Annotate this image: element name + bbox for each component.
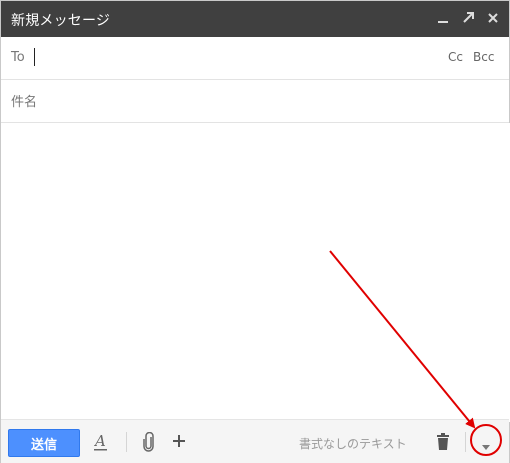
- compose-window: 新規メッセージ To Cc Bcc 送信 A: [0, 0, 510, 463]
- bcc-link[interactable]: Bcc: [473, 50, 494, 64]
- text-format-icon[interactable]: A: [93, 432, 108, 456]
- expand-icon[interactable]: [459, 9, 477, 27]
- paperclip-icon[interactable]: [142, 431, 156, 456]
- to-label: To: [11, 50, 25, 65]
- svg-text:A: A: [94, 432, 106, 450]
- toolbar-divider: [126, 432, 127, 452]
- dropdown-arrow-icon[interactable]: [481, 437, 491, 456]
- compose-toolbar: 送信 A 書式なしのテキスト: [1, 419, 509, 463]
- plus-icon[interactable]: [171, 433, 187, 453]
- text-caret: [34, 48, 35, 66]
- compose-title: 新規メッセージ: [11, 13, 111, 29]
- send-button[interactable]: 送信: [8, 429, 80, 457]
- subject-row: [1, 80, 509, 123]
- close-icon[interactable]: [484, 9, 502, 27]
- subject-input[interactable]: [9, 86, 493, 118]
- minimize-icon[interactable]: [434, 9, 452, 27]
- compose-titlebar[interactable]: 新規メッセージ: [1, 1, 509, 37]
- trash-icon[interactable]: [435, 432, 451, 456]
- plain-text-toggle[interactable]: 書式なしのテキスト: [299, 435, 407, 452]
- to-input[interactable]: [37, 43, 421, 75]
- to-row: To Cc Bcc: [1, 37, 509, 80]
- cc-link[interactable]: Cc: [448, 50, 463, 64]
- toolbar-divider: [465, 432, 466, 452]
- message-body[interactable]: [1, 123, 510, 422]
